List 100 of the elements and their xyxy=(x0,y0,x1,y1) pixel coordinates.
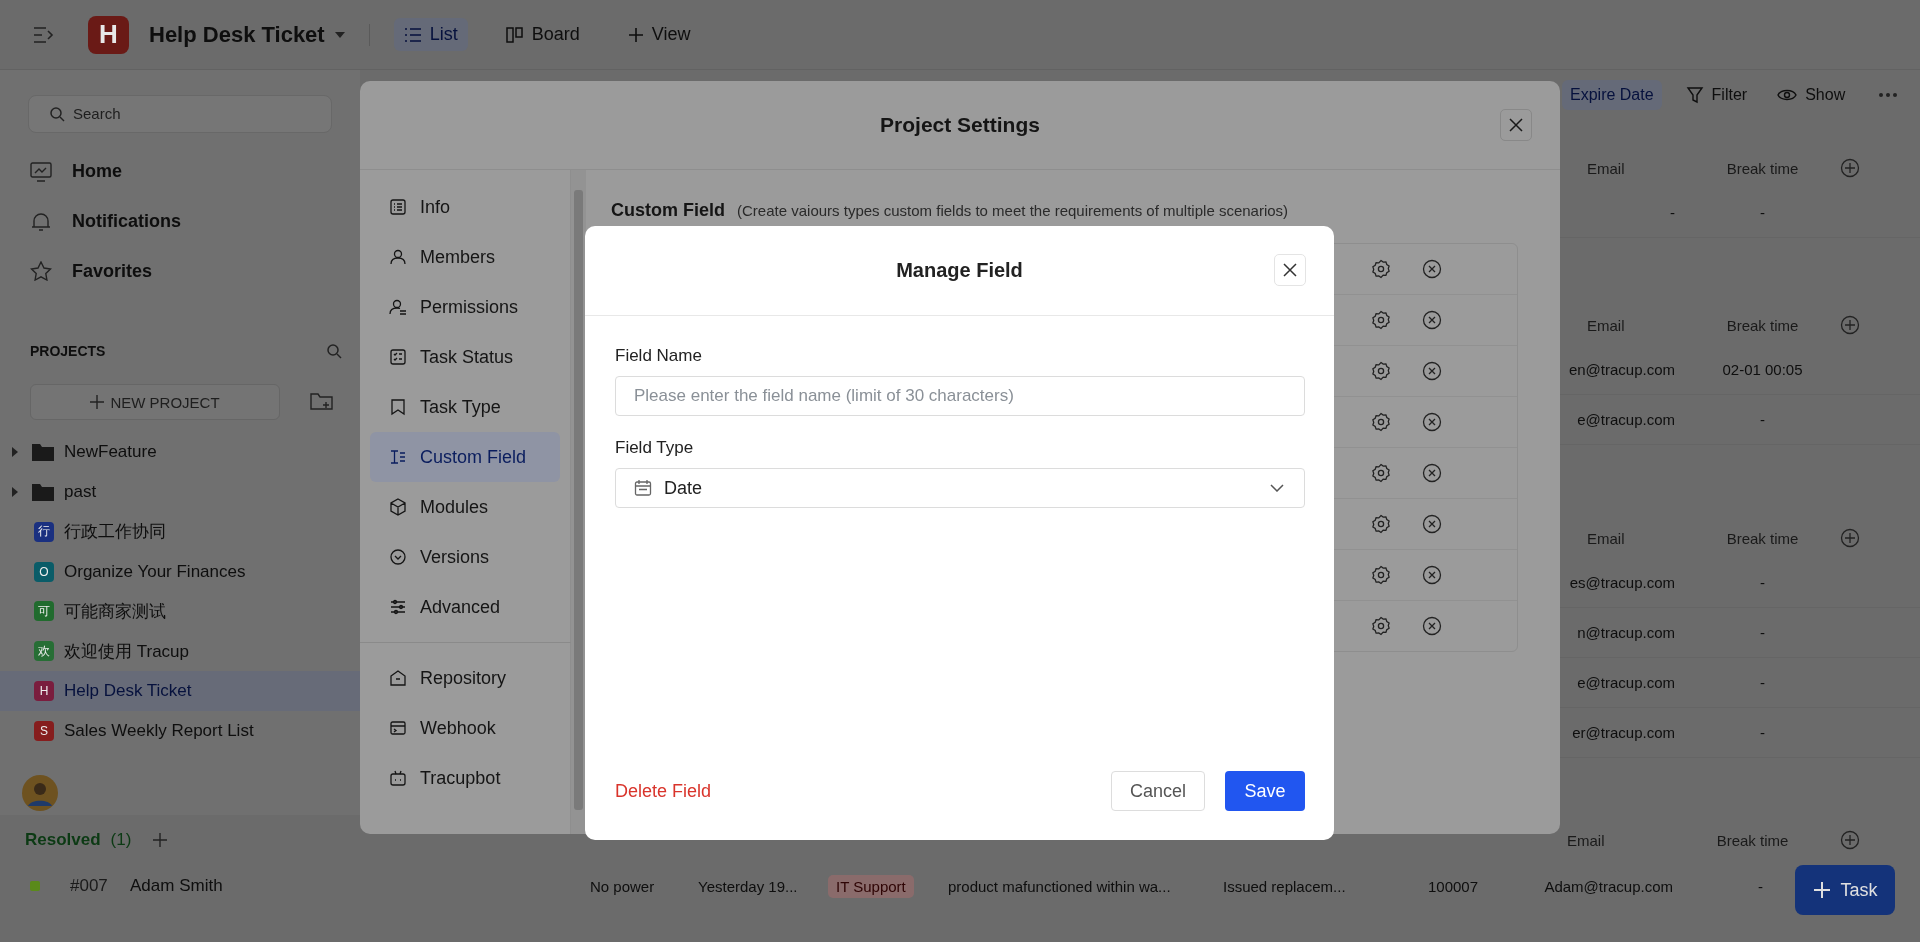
remove-icon[interactable] xyxy=(1422,514,1442,534)
add-icon[interactable] xyxy=(153,833,168,847)
search-icon xyxy=(49,105,65,122)
view-tab[interactable]: List xyxy=(393,18,468,51)
project-item[interactable]: H Help Desk Ticket xyxy=(0,671,360,712)
sort-button[interactable]: Expire Date xyxy=(1562,80,1662,110)
project-title[interactable]: Help Desk Ticket xyxy=(149,21,325,48)
project-avatar: O xyxy=(34,561,54,582)
settings-icon[interactable] xyxy=(1371,616,1391,636)
settings-nav-item[interactable]: Repository xyxy=(370,653,560,703)
add-column-icon[interactable] xyxy=(1840,158,1860,178)
remove-icon[interactable] xyxy=(1422,463,1442,483)
add-view-button[interactable]: View xyxy=(617,18,701,51)
delete-field-link[interactable]: Delete Field xyxy=(615,780,712,802)
break-time-cell-text: 02-01 00:05 xyxy=(1721,361,1804,378)
settings-icon[interactable] xyxy=(1371,412,1391,432)
category-tag: IT Support xyxy=(828,874,914,898)
project-avatar: S xyxy=(34,721,54,742)
search-field[interactable]: Search xyxy=(28,95,332,133)
settings-nav-item[interactable]: Advanced xyxy=(370,582,560,632)
close-icon xyxy=(1283,263,1297,277)
project-item[interactable]: NewFeature xyxy=(0,432,360,472)
add-column-icon[interactable] xyxy=(1840,830,1860,850)
settings-nav-item[interactable]: Modules xyxy=(370,482,560,532)
settings-icon[interactable] xyxy=(1371,463,1391,483)
nav-item[interactable]: Favorites xyxy=(0,246,360,297)
cancel-button[interactable]: Cancel xyxy=(1111,771,1205,811)
settings-nav-item[interactable]: Members xyxy=(370,232,560,282)
view-tab[interactable]: Board xyxy=(495,18,590,51)
section-heading: PROJECTS xyxy=(30,343,106,360)
settings-nav-item[interactable]: Tracupbot xyxy=(370,753,560,803)
sidebar-toggle-icon[interactable] xyxy=(32,24,56,45)
nav-item[interactable]: Home xyxy=(0,146,360,197)
monitor-icon xyxy=(30,161,52,182)
close-icon xyxy=(1509,118,1523,132)
folder-icon xyxy=(32,482,54,501)
expand-arrow-icon[interactable] xyxy=(12,447,18,458)
dialog-title: Project Settings xyxy=(880,113,1040,137)
person-icon xyxy=(388,247,408,267)
remove-icon[interactable] xyxy=(1422,310,1442,330)
field-type-select[interactable]: Date xyxy=(615,468,1305,508)
settings-icon[interactable] xyxy=(1371,565,1391,585)
email-cell-text: Adam@tracup.com xyxy=(1543,877,1674,895)
field-name-input[interactable]: Please enter the field name (limit of 30 characters) xyxy=(615,376,1305,416)
show-button[interactable]: Show xyxy=(1771,80,1852,110)
column-header: Email xyxy=(1586,316,1626,334)
remove-icon[interactable] xyxy=(1422,616,1442,636)
new-project-button[interactable]: NEW PROJECT xyxy=(30,384,280,421)
filter-button[interactable]: Filter xyxy=(1679,80,1754,110)
settings-nav-item[interactable]: Task Type xyxy=(370,382,560,432)
project-item[interactable]: 欢 欢迎使用 Tracup xyxy=(0,631,360,672)
settings-nav-item[interactable]: Permissions xyxy=(370,282,560,332)
table-cell-text: 100007 xyxy=(1426,877,1480,895)
project-item[interactable]: 可 可能商家测试 xyxy=(0,591,360,632)
settings-nav-item[interactable]: Info xyxy=(370,182,560,232)
search-icon[interactable] xyxy=(326,343,342,360)
add-column-icon[interactable] xyxy=(1840,528,1860,548)
more-icon[interactable] xyxy=(1879,93,1898,97)
settings-icon[interactable] xyxy=(1371,514,1391,534)
close-button[interactable] xyxy=(1500,109,1532,141)
remove-icon[interactable] xyxy=(1422,412,1442,432)
chevron-circle-icon xyxy=(388,547,408,567)
settings-nav-item[interactable]: Webhook xyxy=(370,703,560,753)
project-item[interactable]: O Organize Your Finances xyxy=(0,551,360,592)
filter-icon xyxy=(1685,86,1704,104)
project-item[interactable]: S Sales Weekly Report List xyxy=(0,711,360,751)
plus-icon xyxy=(90,395,105,410)
email-cell-text: n@tracup.com xyxy=(1576,624,1676,641)
field-label: Field Name xyxy=(615,346,703,366)
remove-icon[interactable] xyxy=(1422,259,1442,279)
caret-icon[interactable] xyxy=(334,31,345,38)
remove-icon[interactable] xyxy=(1422,565,1442,585)
cube-icon xyxy=(388,497,408,517)
add-task-button[interactable]: Task xyxy=(1795,865,1895,915)
email-cell-text: es@tracup.com xyxy=(1568,574,1676,591)
settings-icon[interactable] xyxy=(1371,259,1391,279)
expand-arrow-icon[interactable] xyxy=(12,486,18,497)
settings-nav-item[interactable]: Task Status xyxy=(370,332,560,382)
group-count: (1) xyxy=(110,830,132,850)
new-folder-icon[interactable] xyxy=(310,392,334,413)
add-column-icon[interactable] xyxy=(1840,315,1860,335)
nav-item[interactable]: Notifications xyxy=(0,196,360,247)
column-header: Break time xyxy=(1725,529,1800,547)
settings-nav-item[interactable]: Custom Field xyxy=(370,432,560,482)
settings-icon[interactable] xyxy=(1371,310,1391,330)
save-button[interactable]: Save xyxy=(1225,771,1305,811)
remove-icon[interactable] xyxy=(1422,361,1442,381)
field-label: Field Type xyxy=(615,438,695,458)
settings-nav-item[interactable]: Versions xyxy=(370,532,560,582)
project-logo: H xyxy=(88,15,129,54)
calendar-icon xyxy=(634,479,652,497)
project-item[interactable]: 行 行政工作协同 xyxy=(0,511,360,552)
settings-icon[interactable] xyxy=(1371,361,1391,381)
project-item[interactable]: past xyxy=(0,471,360,512)
bell-icon xyxy=(30,211,52,232)
folder-icon xyxy=(32,443,54,462)
plus-icon xyxy=(1812,880,1833,900)
user-avatar[interactable] xyxy=(22,775,58,811)
table-cell-text: product mafunctioned within wa... xyxy=(948,877,1172,895)
task-name[interactable]: Adam Smith xyxy=(130,876,590,896)
